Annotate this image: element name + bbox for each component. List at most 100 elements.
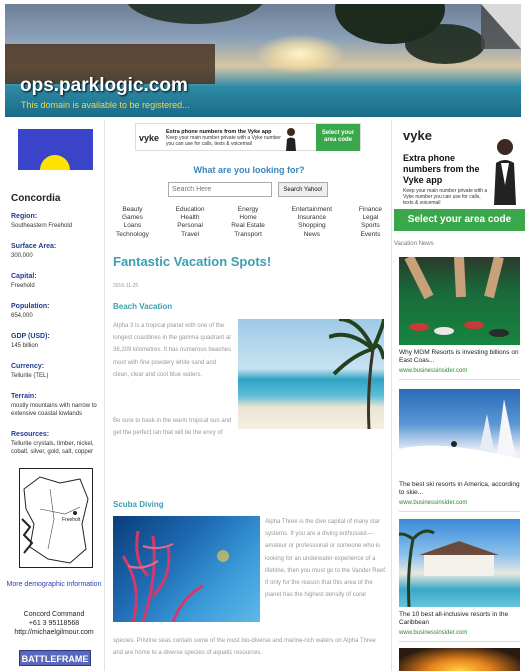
palm-foliage [125, 4, 265, 24]
search-heading: What are you looking for? [193, 165, 305, 175]
column-divider [104, 120, 105, 671]
news-item[interactable] [399, 648, 520, 671]
article-date: 2016-11-25 [113, 283, 139, 289]
column-divider [391, 120, 392, 671]
news-source: www.businessinsider.com [399, 368, 468, 374]
ski-resort-image [399, 389, 520, 477]
category-link[interactable]: Shopping [292, 222, 332, 230]
category-link[interactable]: Finance [359, 206, 382, 214]
beach-heading: Beach Vacation [113, 302, 173, 311]
casino-chips-drawing [404, 257, 509, 337]
fact-key: Region: [11, 213, 38, 220]
category-column: Finance Legal Sports Events [359, 206, 382, 239]
casino-image [399, 257, 520, 345]
category-link[interactable]: Energy [231, 206, 265, 214]
category-link[interactable]: Home [231, 214, 265, 222]
search-yahoo-button[interactable]: Search Yahoo! [278, 182, 328, 197]
contact-block: Concord Command +61 3 95118568 http://mi… [5, 610, 103, 637]
news-caption[interactable]: The best ski resorts in America, accordi… [399, 481, 520, 497]
fact-key: Terrain: [11, 393, 37, 400]
contact-name: Concord Command [23, 611, 85, 618]
news-caption[interactable]: Why MGM Resorts is investing billions on… [399, 349, 520, 365]
category-link[interactable]: Beauty [116, 206, 149, 214]
vyke-side-ad[interactable]: vyke Extra phone numbers from the Vyke a… [394, 123, 525, 231]
fact-key: Population: [11, 303, 50, 310]
palm-foliage [405, 24, 485, 64]
category-link[interactable]: Health [176, 214, 205, 222]
news-caption[interactable]: The 10 best all-inclusive resorts in the… [399, 611, 520, 627]
header-banner: ops.parklogic.com This domain is availab… [5, 4, 521, 117]
vacation-news-heading: Vacation News [394, 241, 434, 247]
fact-value: Freehold [11, 283, 35, 289]
category-link[interactable]: Personal [176, 222, 205, 230]
ad-text: Extra phone numbers from the Vyke app Ke… [166, 129, 282, 147]
news-item[interactable]: The best ski resorts in America, accordi… [399, 389, 520, 512]
category-column: Energy Home Real Estate Transport [231, 206, 265, 239]
fact-capital: Capital: Freehold [11, 273, 103, 290]
caribbean-resort-image [399, 519, 520, 607]
category-link[interactable]: Technology [116, 231, 149, 239]
left-sidebar: Concordia Region: Southeastern Freehold … [5, 120, 103, 671]
category-link[interactable]: Education [176, 206, 205, 214]
person-icon [286, 128, 296, 151]
vyke-logo: vyke [139, 133, 160, 143]
more-demographic-link[interactable]: More demographic information [5, 580, 103, 589]
category-link[interactable]: Entertainment [292, 206, 332, 214]
battleframe-banner[interactable]: BATTLEFRAME [19, 650, 91, 666]
fact-value: 654,000 [11, 313, 33, 319]
palm-tree-image [329, 319, 384, 429]
scuba-coral-image [113, 516, 260, 622]
fact-value: mostly mountains with narrow to extensiv… [11, 403, 97, 417]
fact-surface-area: Surface Area: 300,000 [11, 243, 103, 260]
ad-body: Keep your main number private with a Vyk… [403, 188, 488, 206]
select-area-code-button[interactable]: Select your area code [394, 209, 525, 231]
category-links: Beauty Games Loans Technology Education … [116, 206, 382, 239]
fact-key: Surface Area: [11, 243, 57, 250]
category-link[interactable]: Events [359, 231, 382, 239]
category-column: Entertainment Insurance Shopping News [292, 206, 332, 239]
category-column: Beauty Games Loans Technology [116, 206, 149, 239]
select-area-code-button[interactable]: Select your area code [316, 124, 360, 151]
category-link[interactable]: News [292, 231, 332, 239]
fact-key: GDP (USD): [11, 333, 50, 340]
country-name: Concordia [11, 193, 61, 204]
fact-value: 145 billion [11, 343, 39, 349]
beach-image [238, 319, 384, 429]
category-link[interactable]: Travel [176, 231, 205, 239]
sunset-glow [255, 34, 345, 74]
map-drawing: Freeholt [21, 476, 89, 564]
site-subtitle[interactable]: This domain is available to be registere… [21, 100, 190, 110]
category-link[interactable]: Loans [116, 222, 149, 230]
search-input[interactable] [168, 182, 272, 197]
vyke-logo: vyke [403, 128, 432, 143]
fact-value: Southeastern Freehold [11, 223, 73, 229]
article-title[interactable]: Fantastic Vacation Spots! [113, 254, 271, 269]
fact-terrain: Terrain: mostly mountains with narrow to… [11, 393, 103, 418]
news-source: www.businessinsider.com [399, 500, 468, 506]
country-map[interactable]: Freeholt [19, 468, 93, 568]
category-link[interactable]: Real Estate [231, 222, 265, 230]
ad-body: Keep your main number private with a Vyk… [166, 135, 281, 147]
vyke-banner-ad[interactable]: vyke Extra phone numbers from the Vyke a… [135, 123, 361, 151]
category-link[interactable]: Transport [231, 231, 265, 239]
fact-gdp: GDP (USD): 145 billion [11, 333, 103, 350]
ad-headline: Extra phone numbers from the Vyke app [403, 153, 480, 185]
category-link[interactable]: Legal [359, 214, 382, 222]
category-link[interactable]: Games [116, 214, 149, 222]
news-source: www.businessinsider.com [399, 630, 468, 636]
news-item[interactable]: The 10 best all-inclusive resorts in the… [399, 519, 520, 642]
category-link[interactable]: Sports [359, 222, 382, 230]
main-content: vyke Extra phone numbers from the Vyke a… [108, 120, 390, 671]
fact-key: Capital: [11, 273, 37, 280]
contact-url[interactable]: http://michaelgilmour.com [5, 628, 103, 637]
news-divider [399, 379, 520, 380]
category-link[interactable]: Insurance [292, 214, 332, 222]
news-divider [399, 641, 520, 642]
coral-drawing [121, 530, 229, 622]
news-item[interactable]: Why MGM Resorts is investing billions on… [399, 257, 520, 380]
fact-value: 300,000 [11, 253, 33, 259]
news-divider [399, 511, 520, 512]
resort-building-drawing [399, 529, 499, 607]
contact-phone: +61 3 95118568 [28, 620, 80, 627]
site-title[interactable]: ops.parklogic.com [20, 75, 188, 97]
